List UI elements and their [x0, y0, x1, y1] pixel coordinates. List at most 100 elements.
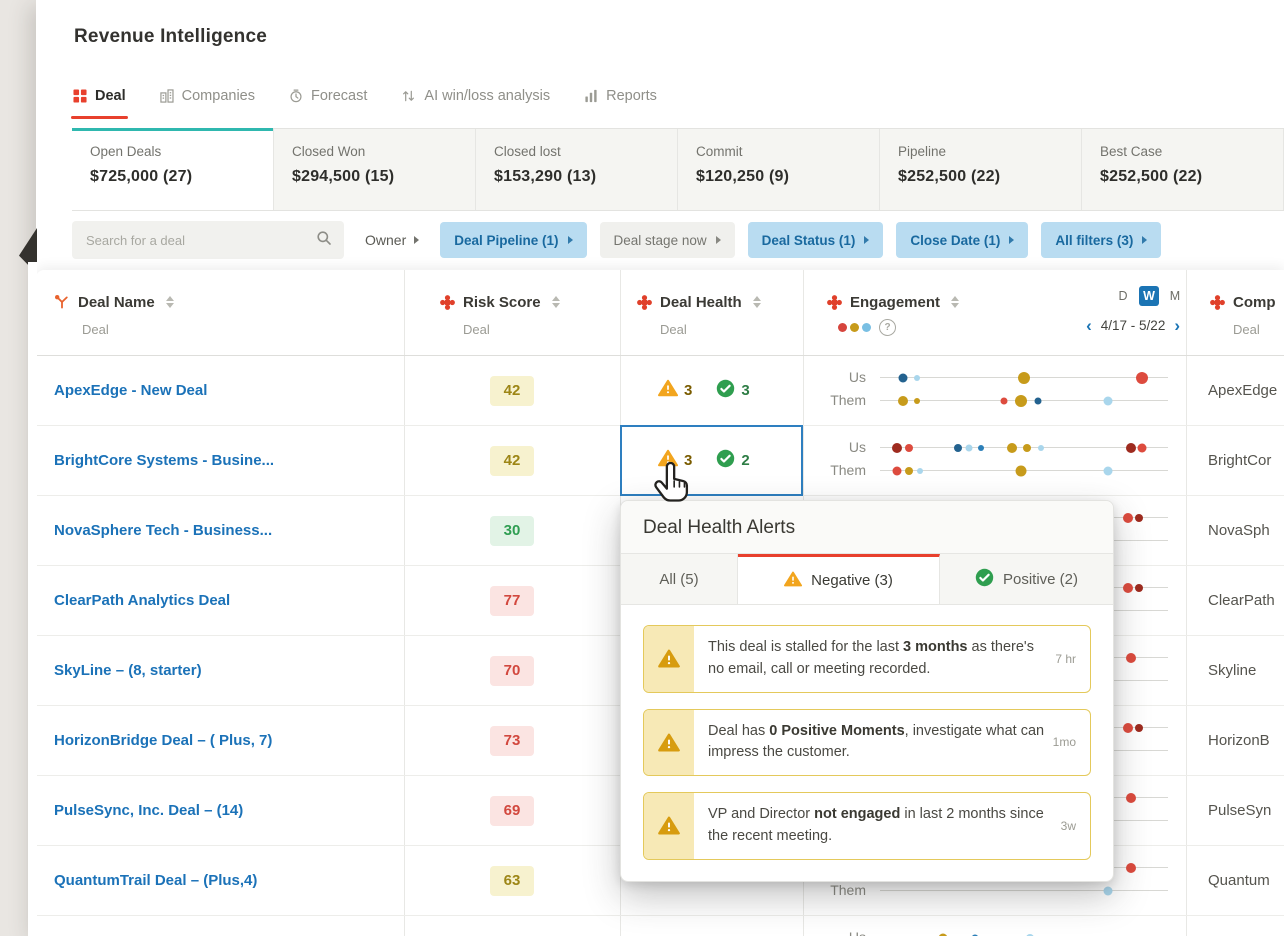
alert-text: Deal has 0 Positive Moments, investigate… [708, 722, 1045, 761]
search-icon [316, 230, 332, 251]
nav-tab-label: AI win/loss analysis [424, 88, 551, 104]
companies-icon [159, 89, 174, 103]
deal-grid-icon [73, 89, 87, 103]
deal-health-cell[interactable]: 32 [658, 426, 750, 495]
negative-alerts-count: 3 [658, 449, 692, 472]
engagement-cell: UsThem [806, 426, 1184, 495]
sort-icon[interactable] [752, 296, 761, 308]
summary-card-closed-lost[interactable]: Closed lost $153,290 (13) [476, 129, 678, 210]
popup-tab-all[interactable]: All (5) [621, 554, 738, 604]
column-sublabel: Deal [463, 322, 490, 337]
summary-card-pipeline[interactable]: Pipeline $252,500 (22) [880, 129, 1082, 210]
owner-filter[interactable]: Owner [357, 232, 427, 248]
table-header: Deal Name Deal Risk Score Deal Deal Heal… [36, 270, 1284, 356]
nav-tab-reports[interactable]: Reports [584, 88, 657, 104]
engagement-dot [917, 468, 924, 474]
popup-tab-positive[interactable]: Positive (2) [940, 554, 1113, 604]
nav-tab-companies[interactable]: Companies [159, 88, 255, 104]
engagement-timeline [880, 886, 1168, 896]
deal-name-link[interactable]: ClearPath Analytics Deal [54, 566, 230, 635]
engagement-dot [914, 375, 921, 381]
column-header-engagement[interactable]: Engagement [827, 292, 960, 312]
engagement-dot [892, 443, 903, 453]
deal-health-cell[interactable]: 33 [658, 356, 750, 425]
summary-card-value: $252,500 (22) [1100, 168, 1203, 185]
check-icon [716, 449, 735, 473]
risk-score-pill: 77 [490, 585, 534, 616]
summary-card-commit[interactable]: Commit $120,250 (9) [678, 129, 880, 210]
filter-chip-close-date-1[interactable]: Close Date (1) [896, 222, 1029, 258]
deal-name-link[interactable]: SkyLine – (8, starter) [54, 636, 202, 705]
deal-search[interactable] [72, 221, 344, 259]
nav-tab-forecast[interactable]: Forecast [289, 88, 367, 104]
nav-tab-ai-win-loss-analysis[interactable]: AI win/loss analysis [401, 88, 550, 104]
deal-name-link[interactable]: BrightCore Systems - Busine... [54, 426, 274, 495]
sort-icon[interactable] [951, 296, 960, 308]
search-input[interactable] [84, 231, 316, 249]
column-sublabel: Deal [82, 322, 109, 337]
engagement-dot [1022, 444, 1031, 452]
deal-name-link[interactable]: QuantumTrail Deal – (Plus,4) [54, 846, 257, 915]
popup-tab-label: All (5) [659, 570, 699, 588]
summary-card-value: $252,500 (22) [898, 168, 1001, 185]
engagement-dot [1135, 584, 1144, 592]
filter-chip-deal-pipeline-1[interactable]: Deal Pipeline (1) [440, 222, 587, 258]
company-cell: ApexEdge [1208, 382, 1278, 399]
engagement-cell: UsThem [806, 916, 1184, 936]
table-row: BrightCore Systems - Busine... 42 3 2 Us Them… [36, 425, 1284, 496]
toggle-m[interactable]: M [1165, 286, 1185, 306]
company-cell: Quantum [1208, 872, 1270, 889]
check-icon [975, 568, 994, 591]
summary-card-open-deals[interactable]: Open Deals $725,000 (27) [72, 128, 274, 210]
sort-icon[interactable] [165, 296, 174, 308]
summary-card-label: Pipeline [898, 144, 947, 159]
engagement-dot [1018, 372, 1030, 384]
engagement-dot [1034, 397, 1042, 405]
warning-icon [644, 626, 694, 692]
engagement-dot [904, 444, 913, 452]
summary-card-label: Closed lost [494, 144, 561, 159]
help-icon[interactable]: ? [879, 319, 896, 336]
filter-chip-label: Deal Status (1) [761, 232, 856, 248]
engagement-dot [1103, 396, 1113, 406]
owner-filter-label: Owner [365, 232, 407, 248]
nav-tab-deal[interactable]: Deal [71, 88, 128, 119]
deal-name-link[interactable]: PulseSync, Inc. Deal – (14) [54, 776, 243, 845]
filter-chip-all-filters-3[interactable]: All filters (3) [1041, 222, 1162, 258]
deal-name-link[interactable]: ApexEdge - New Deal [54, 356, 207, 425]
forecast-icon [289, 89, 303, 103]
summary-card-best-case[interactable]: Best Case $252,500 (22) [1082, 129, 1284, 210]
page-title: Revenue Intelligence [74, 26, 268, 47]
nav-tab-label: Forecast [310, 88, 368, 104]
toggle-w[interactable]: W [1139, 286, 1159, 306]
deal-health-cell[interactable] [658, 916, 733, 936]
engagement-dot [1103, 886, 1113, 896]
sort-icon[interactable] [551, 296, 560, 308]
summary-card-label: Closed Won [292, 144, 366, 159]
health-count: 3 [684, 452, 693, 469]
summary-card-closed-won[interactable]: Closed Won $294,500 (15) [274, 129, 476, 210]
filter-chip-label: All filters (3) [1055, 232, 1134, 248]
filter-chip-deal-status-1[interactable]: Deal Status (1) [747, 222, 884, 258]
deal-name-link[interactable]: HorizonBridge Deal – ( Plus, 7) [54, 706, 272, 775]
filter-chip-deal-stage-now[interactable]: Deal stage now [599, 222, 735, 258]
next-period-icon[interactable]: › [1174, 317, 1180, 334]
company-cell: NovaSph [1208, 522, 1270, 539]
column-header-risk-score[interactable]: Risk Score [440, 292, 560, 312]
deal-name-link[interactable]: NovaSphere Tech - Business... [54, 496, 272, 565]
engagement-dot [1125, 793, 1136, 803]
chevron-right-icon [414, 236, 420, 244]
filter-chip-label: Deal stage now [613, 232, 707, 248]
engagement-dot [1125, 443, 1136, 453]
negative-alerts-count: 3 [658, 379, 692, 402]
warning-icon [658, 379, 678, 402]
prev-period-icon[interactable]: ‹ [1086, 317, 1092, 334]
toggle-d[interactable]: D [1113, 286, 1133, 306]
popup-tab-label: Positive (2) [1002, 570, 1079, 588]
summary-cards: Open Deals $725,000 (27) Closed Won $294,50… [72, 128, 1284, 211]
column-header-company[interactable]: Comp [1210, 292, 1276, 312]
column-label: Deal Health [660, 293, 742, 311]
popup-tab-negative[interactable]: Negative (3) [738, 554, 940, 604]
column-header-deal-name[interactable]: Deal Name [54, 292, 174, 312]
column-header-deal-health[interactable]: Deal Health [637, 292, 761, 312]
